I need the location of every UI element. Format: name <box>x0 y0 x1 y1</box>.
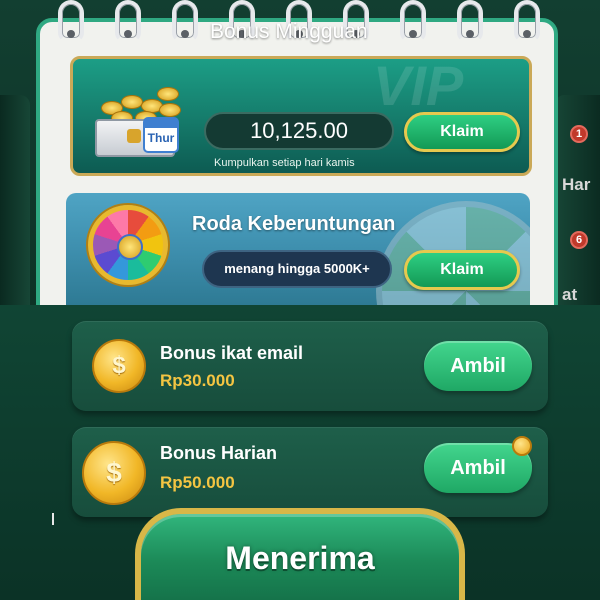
text-cursor-icon <box>52 513 54 525</box>
coin-icon: $ <box>82 441 146 505</box>
bonus-row-amount: Rp50.000 <box>160 473 235 492</box>
binder-ring-icon <box>514 0 540 42</box>
right-side-panel: 1 Har 6 at <box>556 95 600 305</box>
binder-ring-icon <box>400 0 426 42</box>
weekly-bonus-title: Bonus Mingguan <box>210 20 368 43</box>
bonus-row-amount: Rp30.000 <box>160 371 235 390</box>
wheel-klaim-button[interactable]: Klaim <box>404 250 520 290</box>
bonus-row-title: Bonus ikat email <box>160 343 304 363</box>
side-badge-1: 1 <box>570 125 588 143</box>
weekly-bonus-amount: 10,125.00 <box>204 112 394 150</box>
fortune-wheel-icon <box>88 205 168 285</box>
notification-dot-icon <box>512 436 532 456</box>
lucky-wheel-subtitle: menang hingga 5000K+ <box>202 250 392 288</box>
calendar-day-icon: Thur <box>143 117 179 153</box>
day-badge-text: Thur <box>147 131 175 145</box>
weekly-klaim-button[interactable]: Klaim <box>404 112 520 152</box>
receive-button[interactable]: Menerima <box>135 508 465 600</box>
weekly-bonus-subtitle: Kumpulkan setiap hari kamis <box>214 157 355 169</box>
bonus-row-email: $ Bonus ikat email Rp30.000 Ambil <box>72 321 548 411</box>
binder-ring-icon <box>58 0 84 42</box>
side-badge-2: 6 <box>570 231 588 249</box>
treasure-chest-icon <box>87 79 197 173</box>
side-text-fragment: Har <box>562 175 591 194</box>
vip-watermark: VIP <box>373 56 464 117</box>
bonus-row-title: Bonus Harian <box>160 443 278 463</box>
side-text-fragment: at <box>562 285 578 304</box>
ambil-button[interactable]: Ambil <box>424 341 532 391</box>
binder-ring-icon <box>115 0 141 42</box>
binder-ring-icon <box>172 0 198 42</box>
calendar-section: 1 Har 6 at VIP Thur Bonus Mingguan 10,12… <box>0 0 600 305</box>
coin-icon: $ <box>92 339 146 393</box>
left-side-panel <box>0 95 30 305</box>
bonus-row-daily: $ Bonus Harian Rp50.000 Ambil <box>72 427 548 517</box>
lucky-wheel-title: Roda Keberuntungan <box>192 213 396 235</box>
binder-ring-icon <box>457 0 483 42</box>
